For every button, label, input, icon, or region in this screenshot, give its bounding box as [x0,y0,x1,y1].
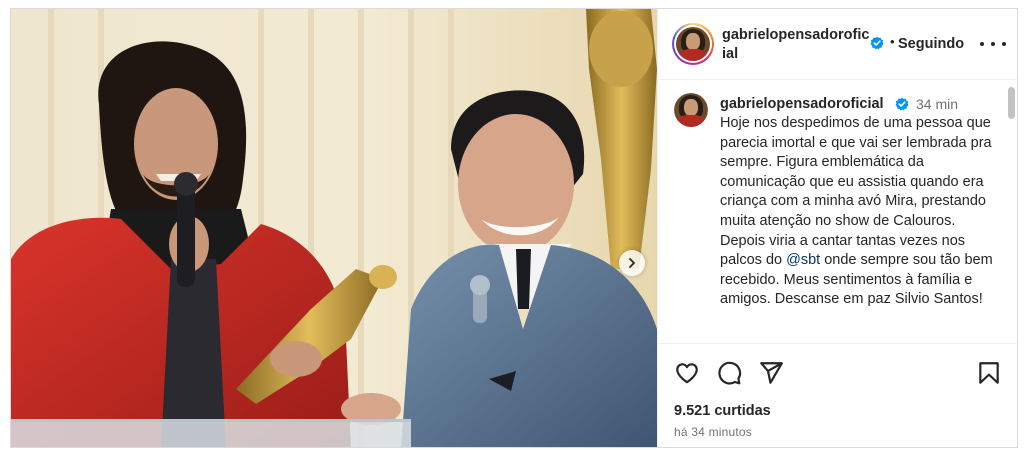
more-options-icon[interactable] [980,35,1006,53]
caption-username[interactable]: gabrielopensadoroficial [720,96,884,112]
post-timestamp[interactable]: há 34 minutos [674,425,752,439]
post-media[interactable] [11,9,657,447]
avatar [676,27,710,61]
comments-scrollbar[interactable] [1006,81,1017,343]
post-actions: 9.521 curtidas há 34 minutos [658,343,1017,447]
post-dialog: gabrielopensadoroficial • Seguindo gabri… [10,8,1018,448]
bookmark-icon[interactable] [976,360,1002,386]
separator-dot: • [890,34,895,49]
header-username[interactable]: gabrielopensadoroficial [722,26,870,64]
share-icon[interactable] [758,360,784,386]
following-button[interactable]: Seguindo [898,36,964,52]
post-photo [11,9,657,447]
mention-link[interactable]: @sbt [786,252,820,268]
comment-icon[interactable] [716,360,742,386]
story-ring-avatar[interactable] [672,23,714,65]
verified-badge-icon [895,97,909,111]
post-side-panel: gabrielopensadoroficial • Seguindo gabri… [657,9,1017,447]
caption-text-part: Hoje nos despedimos de uma pessoa que pa… [720,115,992,269]
caption-timestamp[interactable]: 34 min [916,96,958,112]
likes-count[interactable]: 9.521 curtidas [674,403,771,419]
verified-badge-icon [870,36,884,50]
caption-text: Hoje nos despedimos de uma pessoa que pa… [720,114,1000,310]
comments-area[interactable]: gabrielopensadoroficial 34 min Hoje nos … [658,81,1017,343]
heart-icon[interactable] [674,360,700,386]
scrollbar-thumb[interactable] [1008,87,1015,119]
chevron-right-icon [629,258,635,268]
caption-avatar[interactable] [674,93,708,127]
next-image-button[interactable] [619,250,645,276]
post-header: gabrielopensadoroficial • Seguindo [658,9,1017,80]
